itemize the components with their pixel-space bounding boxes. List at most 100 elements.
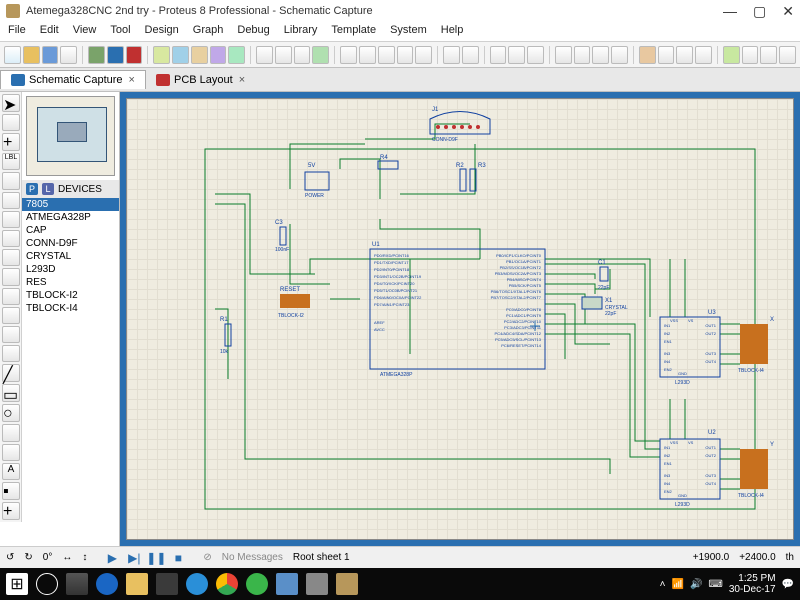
tool-instrument-mode[interactable] [2,345,20,362]
tool-line-mode[interactable]: ╱ [2,364,20,382]
clock-time[interactable]: 1:25 PM [729,573,776,584]
tool-box-mode[interactable]: ▭ [2,384,20,402]
tool-arc-mode[interactable] [2,424,20,441]
list-item[interactable]: CAP [22,224,119,237]
tool-home[interactable] [88,46,105,64]
list-item[interactable]: RES [22,276,119,289]
chrome-icon[interactable] [216,573,238,595]
taskview-icon[interactable] [66,573,88,595]
menu-view[interactable]: View [73,24,97,39]
menu-library[interactable]: Library [284,24,318,39]
close-button[interactable]: ✕ [782,3,794,20]
start-button[interactable]: ⊞ [6,573,28,595]
tool-search[interactable] [742,46,759,64]
tool-block-copy[interactable] [555,46,572,64]
maximize-button[interactable]: ▢ [753,3,766,20]
pick-button[interactable]: P [26,183,38,195]
list-item[interactable]: CRYSTAL [22,250,119,263]
tool-snap[interactable] [294,46,311,64]
tool-text2-mode[interactable]: A [2,463,20,480]
tool-property[interactable] [760,46,777,64]
tool-paste[interactable] [527,46,544,64]
browser-icon[interactable] [186,573,208,595]
list-item[interactable]: TBLOCK-I2 [22,289,119,302]
tool-align[interactable] [779,46,796,64]
list-item[interactable]: TBLOCK-I4 [22,302,119,315]
tray-lang-icon[interactable]: ⌨ [708,579,722,590]
tool-block-rotate[interactable] [592,46,609,64]
step-button[interactable]: ▶| [125,550,143,566]
tool-symbol-mode[interactable]: ▪ [2,482,20,500]
list-item[interactable]: ATMEGA328P [22,211,119,224]
tool-erc[interactable] [172,46,189,64]
menu-template[interactable]: Template [331,24,376,39]
tool-junction-mode[interactable]: + [2,133,20,151]
tool-label-mode[interactable]: LBL [2,153,20,170]
tool-bom[interactable] [153,46,170,64]
tool-zoom-area[interactable] [415,46,432,64]
minimize-button[interactable]: — [723,3,737,20]
tool-copy[interactable] [508,46,525,64]
tool-path-mode[interactable] [2,444,20,461]
tool-subcircuit-mode[interactable] [2,211,20,228]
tool-zoom-out[interactable] [378,46,395,64]
tool-package[interactable] [676,46,693,64]
messages-label[interactable]: No Messages [222,552,283,563]
play-button[interactable]: ▶ [103,550,121,566]
tool-component-mode[interactable] [2,114,20,131]
list-item[interactable]: 7805 [22,198,119,211]
tool-probe-mode[interactable] [2,326,20,343]
close-icon[interactable]: × [239,74,245,86]
tool-zoom-pan[interactable] [340,46,357,64]
tool-make[interactable] [658,46,675,64]
menu-system[interactable]: System [390,24,427,39]
tab-pcb[interactable]: PCB Layout × [146,71,255,89]
tool-grid[interactable] [275,46,292,64]
overview-preview[interactable] [26,96,115,176]
flip-h-icon[interactable]: ↔ [62,552,72,563]
tool-marker-mode[interactable]: + [2,502,20,520]
tool-pick[interactable] [639,46,656,64]
tool-undo[interactable] [443,46,460,64]
tool-gerber[interactable] [191,46,208,64]
tool-wire[interactable] [723,46,740,64]
tool-3d[interactable] [210,46,227,64]
clock-date[interactable]: 30-Dec-17 [729,584,776,595]
tool-circle-mode[interactable]: ○ [2,404,20,422]
tool-text-mode[interactable] [2,172,20,189]
tray-sound-icon[interactable]: 🔊 [690,579,702,590]
app-icon[interactable] [306,573,328,595]
rotate-cw-icon[interactable]: ↻ [24,552,32,563]
menu-tool[interactable]: Tool [110,24,130,39]
torrent-icon[interactable] [246,573,268,595]
edge-icon[interactable] [96,573,118,595]
tray-up-icon[interactable]: ˄ [660,579,666,590]
tool-cut[interactable] [490,46,507,64]
tool-generator-mode[interactable] [2,307,20,324]
menu-help[interactable]: Help [441,24,464,39]
tool-select-mode[interactable]: ➤ [2,94,20,112]
tool-bus-mode[interactable] [2,192,20,209]
tool-isis[interactable] [107,46,124,64]
menu-debug[interactable]: Debug [237,24,269,39]
tool-redo[interactable] [462,46,479,64]
tool-tape-mode[interactable] [2,288,20,305]
tool-sim[interactable] [228,46,245,64]
proteus-icon[interactable] [336,573,358,595]
tool-new[interactable] [4,46,21,64]
list-item[interactable]: CONN-D9F [22,237,119,250]
menu-file[interactable]: File [8,24,26,39]
tool-block-delete[interactable] [611,46,628,64]
tool-print[interactable] [60,46,77,64]
tool-save[interactable] [42,46,59,64]
menu-graph[interactable]: Graph [193,24,224,39]
menu-design[interactable]: Design [145,24,179,39]
tool-open[interactable] [23,46,40,64]
tool-origin[interactable] [312,46,329,64]
office-icon[interactable] [276,573,298,595]
tool-graph-mode[interactable] [2,268,20,285]
close-icon[interactable]: × [129,74,135,86]
pause-button[interactable]: ❚❚ [147,550,165,566]
tool-zoom-fit[interactable] [397,46,414,64]
tool-block-move[interactable] [574,46,591,64]
